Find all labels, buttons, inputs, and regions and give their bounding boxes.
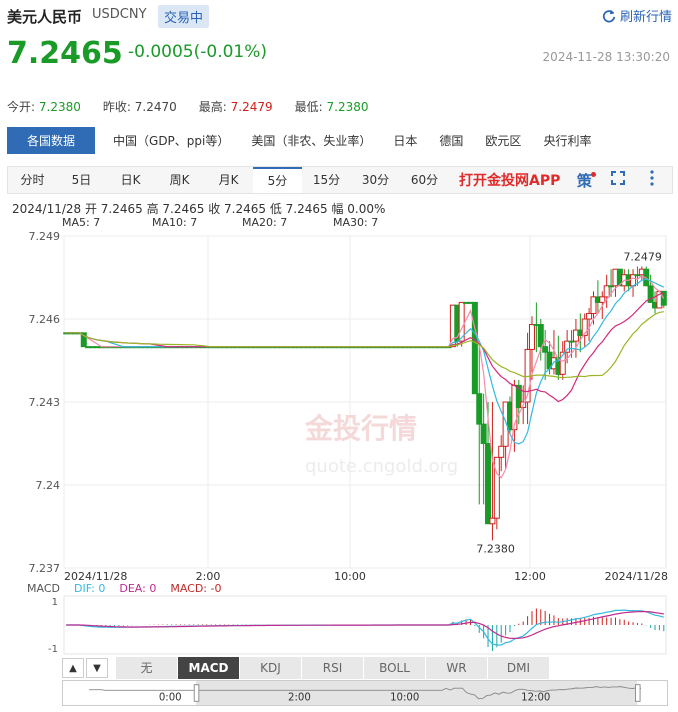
tab-weekly-k[interactable]: 周K bbox=[155, 167, 204, 193]
category-central-bank-rates[interactable]: 央行利率 bbox=[543, 132, 591, 149]
open-app-link[interactable]: 打开金投网APP bbox=[459, 170, 560, 190]
up-arrow-icon: ▲ bbox=[69, 662, 77, 674]
bar-info: 2024/11/28 开 7.2465 高 7.2465 收 7.2465 低 … bbox=[12, 202, 386, 216]
y-tick-label: 7.246 bbox=[29, 313, 61, 326]
indicator-rsi[interactable]: RSI bbox=[302, 657, 364, 679]
category-country-data[interactable]: 各国数据 bbox=[7, 126, 96, 154]
down-arrow-icon: ▼ bbox=[93, 662, 101, 674]
dea-line bbox=[66, 610, 664, 640]
tab-60min[interactable]: 60分 bbox=[400, 167, 449, 193]
category-japan[interactable]: 日本 bbox=[393, 132, 417, 149]
fullscreen-icon bbox=[611, 171, 626, 185]
y-tick-label: 7.243 bbox=[29, 396, 61, 409]
indicator-kdj[interactable]: KDJ bbox=[240, 657, 302, 679]
tab-monthly-k[interactable]: 月K bbox=[204, 167, 253, 193]
category-eurozone[interactable]: 欧元区 bbox=[485, 132, 521, 149]
category-usa[interactable]: 美国（非农、失业率） bbox=[251, 132, 371, 149]
category-germany[interactable]: 德国 bbox=[439, 132, 463, 149]
x-tick-label: 2:00 bbox=[196, 570, 221, 580]
indicator-bar: ▲ ▼ 无 MACD KDJ RSI BOLL WR DMI bbox=[62, 657, 672, 679]
candle-body bbox=[586, 312, 593, 320]
category-china[interactable]: 中国（GDP、ppi等） bbox=[113, 132, 229, 149]
candle-body bbox=[603, 285, 610, 298]
refresh-label: 刷新行情 bbox=[619, 10, 672, 25]
candle-body bbox=[528, 324, 535, 350]
candle-body bbox=[498, 445, 505, 458]
stats-row: 今开: 7.2380 昨收: 7.2470 最高: 7.2479 最低: 7.2… bbox=[7, 98, 677, 115]
indicator-none[interactable]: 无 bbox=[116, 657, 178, 679]
last-price: 7.2465 bbox=[7, 36, 123, 71]
x-tick-label: 10:00 bbox=[334, 570, 366, 580]
candle-body bbox=[480, 423, 487, 444]
navigator-handle-right[interactable] bbox=[635, 684, 641, 702]
candle-body bbox=[537, 324, 544, 348]
category-bar: 各国数据 中国（GDP、ppi等） 美国（非农、失业率） 日本 德国 欧元区 央… bbox=[7, 126, 671, 154]
tab-daily-k[interactable]: 日K bbox=[106, 167, 155, 193]
x-tick-label: 2024/11/28 bbox=[605, 570, 668, 580]
tab-intraday[interactable]: 分时 bbox=[8, 167, 57, 193]
period-tabs: 分时 5日 日K 周K 月K 5分 15分 30分 60分 打开金投网APP 策 bbox=[7, 166, 673, 194]
y-tick-label: 7.249 bbox=[29, 230, 61, 243]
refresh-button[interactable]: 刷新行情 bbox=[602, 6, 672, 25]
status-badge: 交易中 bbox=[158, 5, 210, 28]
more-menu-button[interactable] bbox=[642, 170, 662, 190]
watermark: 金投行情 bbox=[304, 412, 417, 445]
navigator-label: 0:00 bbox=[159, 692, 182, 703]
notification-dot bbox=[591, 171, 597, 177]
candle-body bbox=[493, 456, 500, 519]
stat-high: 最高: 7.2479 bbox=[198, 100, 273, 114]
candle-body bbox=[471, 301, 478, 395]
symbol-code: USDCNY bbox=[92, 7, 147, 22]
tab-5min[interactable]: 5分 bbox=[253, 167, 302, 193]
time-navigator[interactable]: 0:00 2:00 10:00 12:00 bbox=[62, 680, 668, 706]
stat-open: 今开: 7.2380 bbox=[7, 100, 81, 114]
candle-body bbox=[542, 346, 549, 353]
x-tick-label: 12:00 bbox=[514, 570, 546, 580]
price-change: -0.0005(-0.01%) bbox=[128, 42, 268, 62]
candle-body bbox=[630, 274, 637, 287]
refresh-icon bbox=[602, 9, 616, 22]
strategy-button[interactable]: 策 bbox=[574, 170, 597, 191]
x-tick-label: 2024/11/28 bbox=[64, 570, 127, 580]
navigator-label: 10:00 bbox=[390, 692, 419, 703]
tab-5day[interactable]: 5日 bbox=[57, 167, 106, 193]
quote-timestamp: 2024-11-28 13:30:20 bbox=[542, 50, 670, 64]
dif-line bbox=[66, 609, 664, 646]
stat-low: 最低: 7.2380 bbox=[294, 100, 369, 114]
macd-axis-bottom: -1 bbox=[48, 644, 58, 655]
low-price-label: 7.2380 bbox=[476, 542, 515, 555]
scroll-down-button[interactable]: ▼ bbox=[86, 658, 108, 678]
indicator-macd[interactable]: MACD bbox=[178, 657, 240, 679]
y-tick-label: 7.237 bbox=[29, 562, 61, 575]
high-price-label: 7.2479 bbox=[623, 250, 662, 263]
navigator-label: 12:00 bbox=[521, 692, 550, 703]
stat-prev-close: 昨收: 7.2470 bbox=[102, 100, 177, 114]
watermark-url: quote.cngold.org bbox=[305, 456, 458, 477]
more-vertical-icon bbox=[650, 170, 654, 186]
candle-body bbox=[489, 517, 496, 525]
indicator-dmi[interactable]: DMI bbox=[488, 657, 550, 679]
macd-chart: 1 -1 bbox=[48, 595, 667, 655]
macd-axis-top: 1 bbox=[52, 597, 58, 608]
strategy-icon: 策 bbox=[576, 171, 592, 190]
tab-15min[interactable]: 15分 bbox=[302, 167, 351, 193]
indicator-wr[interactable]: WR bbox=[426, 657, 488, 679]
candle-body bbox=[476, 393, 483, 425]
quote-header: 美元人民币 USDCNY 交易中 刷新行情 bbox=[0, 0, 678, 32]
navigator-label: 2:00 bbox=[288, 692, 311, 703]
navigator-handle-left[interactable] bbox=[193, 684, 200, 702]
candle-body bbox=[599, 296, 606, 303]
indicator-boll[interactable]: BOLL bbox=[364, 657, 426, 679]
candlestick-chart[interactable]: 7.249 7.246 7.243 7.24 7.237 金投行情 quote.cngold… bbox=[0, 228, 678, 580]
ma30-line bbox=[66, 311, 664, 379]
candle-body bbox=[485, 443, 492, 525]
fullscreen-button[interactable] bbox=[608, 171, 628, 189]
tab-30min[interactable]: 30分 bbox=[351, 167, 400, 193]
page-title: 美元人民币 bbox=[7, 8, 83, 26]
scroll-up-button[interactable]: ▲ bbox=[62, 658, 84, 678]
y-tick-label: 7.24 bbox=[36, 479, 61, 492]
